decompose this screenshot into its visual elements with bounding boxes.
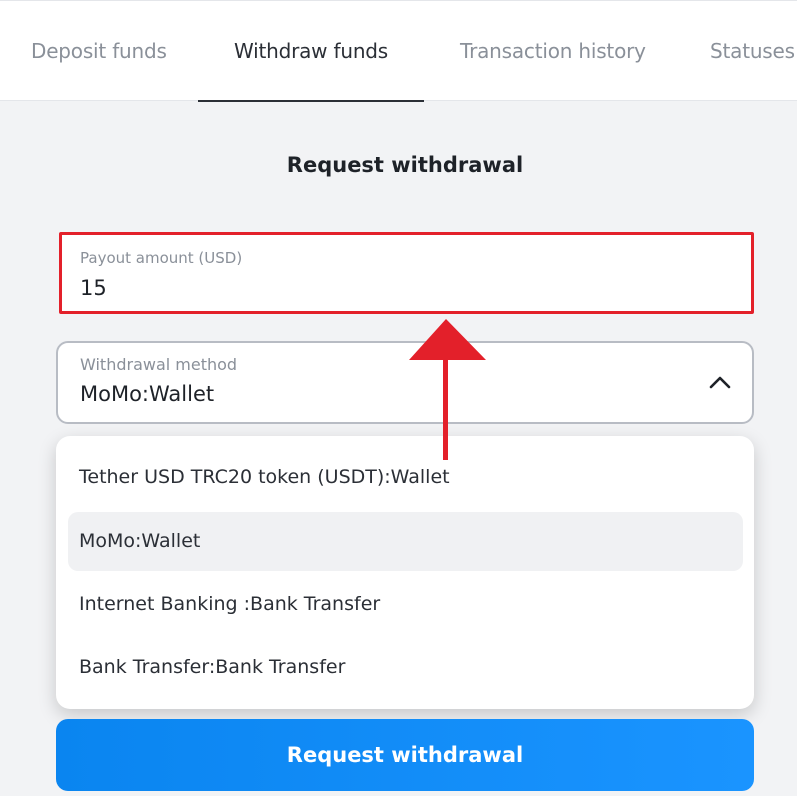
tab-withdraw-funds[interactable]: Withdraw funds: [234, 39, 388, 63]
tab-deposit-funds[interactable]: Deposit funds: [31, 39, 167, 63]
withdrawal-method-value: MoMo:Wallet: [80, 382, 215, 406]
tab-bar: Deposit funds Withdraw funds Transaction…: [0, 0, 797, 102]
payout-amount-label: Payout amount (USD): [80, 249, 243, 267]
option-momo-wallet[interactable]: MoMo:Wallet: [68, 512, 743, 571]
request-withdrawal-button[interactable]: Request withdrawal: [56, 719, 754, 791]
option-internet-banking[interactable]: Internet Banking :Bank Transfer: [68, 575, 743, 634]
option-bank-transfer[interactable]: Bank Transfer:Bank Transfer: [68, 638, 743, 697]
active-tab-indicator: [198, 100, 424, 102]
withdrawal-method-label: Withdrawal method: [80, 355, 238, 374]
option-tether-usdt[interactable]: Tether USD TRC20 token (USDT):Wallet: [68, 448, 743, 507]
chevron-up-icon[interactable]: [709, 375, 731, 389]
payout-amount-field[interactable]: Payout amount (USD) 15: [59, 232, 754, 314]
withdrawal-method-dropdown: Tether USD TRC20 token (USDT):Wallet MoM…: [56, 436, 754, 709]
payout-amount-input[interactable]: 15: [80, 276, 107, 300]
tab-statuses[interactable]: Statuses: [710, 39, 795, 63]
withdrawal-method-select[interactable]: Withdrawal method MoMo:Wallet: [56, 341, 754, 424]
page-title: Request withdrawal: [286, 153, 524, 177]
tab-transaction-history[interactable]: Transaction history: [460, 39, 646, 63]
